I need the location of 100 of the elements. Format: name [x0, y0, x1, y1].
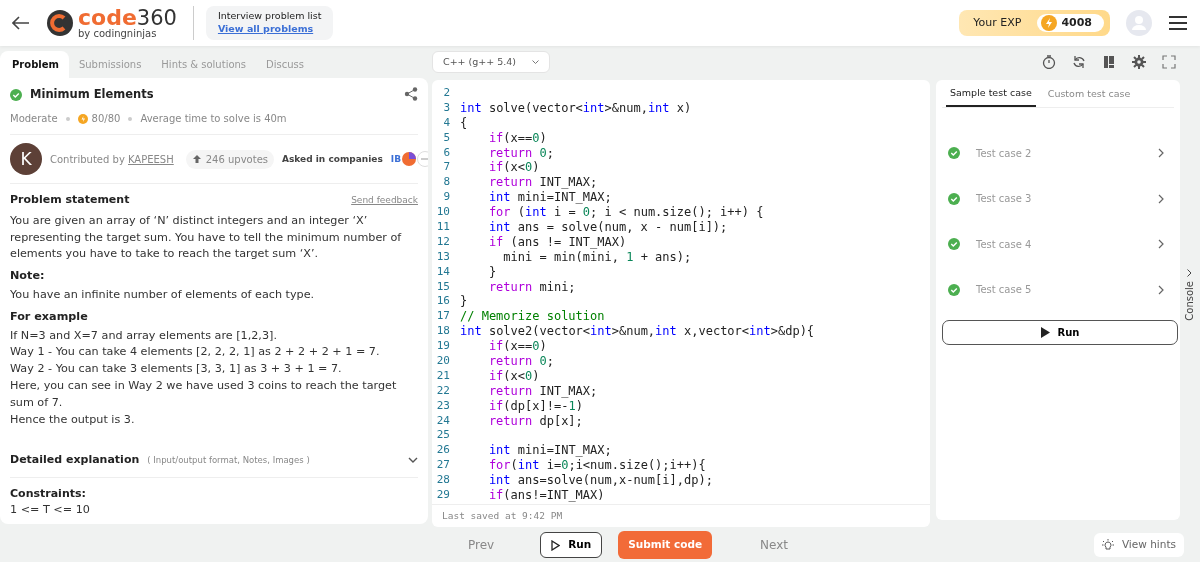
line-number: 26	[435, 443, 451, 459]
code-line: return mini;	[487, 279, 576, 295]
code-line: {	[460, 115, 468, 131]
code-line: return dp[x];	[487, 413, 583, 429]
line-number: 25	[435, 428, 451, 444]
upvote-pill: 246 upvotes	[185, 149, 275, 169]
code-line: return 0;	[487, 145, 554, 161]
view-all-link[interactable]: View all problems	[217, 23, 322, 36]
code-line: int mini=INT_MAX;	[487, 190, 612, 206]
send-feedback-link[interactable]: Send feedback	[351, 193, 418, 208]
code-line: return INT_MAX;	[487, 175, 598, 191]
problem-title: Minimum Elements	[30, 86, 155, 103]
paragraph-text: Hence the output is 3.	[10, 411, 136, 428]
line-number: 19	[435, 339, 451, 355]
paragraph-text: Way 2 - You can take 3 elements [3, 3, 1] as 3 + 3 + 1 = 7.	[10, 361, 343, 378]
line-number: 16	[435, 294, 451, 310]
code-line: }	[460, 294, 468, 310]
paragraph-heading: For example	[10, 308, 89, 325]
paragraph-text: You have an infinite number of elements of each type.	[10, 286, 316, 303]
contributor-text: Contributed by KAPEESH	[50, 152, 174, 167]
run-button[interactable]: Run	[540, 532, 603, 558]
code-line: if(x==0)	[487, 339, 547, 355]
code-line: // Memorize solution	[460, 309, 605, 325]
code-line: int ans=solve(num,x-num[i],dp);	[487, 473, 713, 489]
line-number: 13	[435, 249, 451, 265]
test-case-tab[interactable]: Custom test case	[1043, 80, 1135, 108]
code-line: if(x==0)	[487, 130, 547, 146]
paragraph-text: Way 1 - You can take 4 elements [2, 2, 2, 1] as 2 + 2 + 2 + 1 = 7.	[10, 344, 381, 361]
last-saved-text: Last saved at 9:42 PM	[432, 503, 930, 527]
line-number: 18	[435, 324, 451, 340]
exp-value: 4008	[1037, 13, 1104, 33]
code-line: int solve(vector<int>&num,int x)	[460, 100, 692, 116]
code-line: for(int i=0;i<num.size();i++){	[487, 458, 706, 474]
code-line: if(dp[x]!=-1)	[487, 398, 583, 414]
code-line: return INT_MAX;	[487, 383, 598, 399]
logo-number: 360	[136, 8, 177, 29]
language-dropdown[interactable]: C++ (g++ 5.4)	[432, 51, 551, 73]
code-line: int solve2(vector<int>&num,int x,vector<int>&dp){	[460, 324, 815, 340]
logo-subtitle: by codingninjas	[78, 29, 158, 39]
code-line: if(x<0)	[487, 368, 540, 384]
code-line: if(ans!=INT_MAX)	[487, 488, 605, 503]
line-number: 29	[435, 488, 451, 503]
code-line: return 0;	[487, 354, 554, 369]
line-number: 15	[435, 279, 451, 295]
test-case-item[interactable]: Test case 5	[942, 266, 1174, 313]
code-line: int mini=INT_MAX;	[487, 443, 612, 459]
paragraph-heading: Note:	[10, 268, 46, 285]
line-number: 11	[435, 220, 451, 235]
line-number: 6	[442, 145, 451, 161]
submit-button[interactable]: Submit code	[618, 531, 713, 559]
console-toggle[interactable]: Console	[1181, 269, 1197, 321]
code-line: int ans = solve(num, x - num[i]);	[487, 220, 728, 235]
exp-label: Your EXP	[973, 14, 1022, 31]
problem-tab[interactable]: Hints & solutions	[151, 51, 257, 78]
run-button[interactable]: Run	[942, 320, 1178, 346]
test-case-item[interactable]: Test case 2	[942, 130, 1174, 176]
problem-tab[interactable]: Problem	[0, 51, 69, 78]
line-number: 17	[435, 309, 451, 325]
problem-tab[interactable]: Discuss	[256, 51, 315, 78]
line-number: 5	[442, 130, 451, 146]
line-number: 21	[435, 368, 451, 384]
test-case-item[interactable]: Test case 4	[942, 221, 1174, 267]
company-logo-text: IB	[390, 152, 401, 166]
avatar-circle: K	[10, 143, 42, 176]
constraint-text: 1 <= T <= 10	[10, 502, 91, 519]
line-number: 22	[435, 383, 451, 399]
list-title: Interview problem list	[217, 10, 322, 23]
line-number: 20	[435, 354, 451, 369]
paragraph-text: If N=3 and X=7 and array elements are [1,2,3].	[10, 327, 278, 344]
logo-text: code	[78, 7, 137, 29]
difficulty-label: Moderate	[10, 112, 58, 127]
test-case-tab[interactable]: Sample test case	[946, 80, 1036, 108]
line-number: 14	[435, 264, 451, 280]
line-number: 4	[442, 115, 451, 131]
code-line: if(x<0)	[487, 160, 540, 176]
line-number: 8	[442, 175, 451, 191]
average-time: Average time to solve is 40m	[140, 112, 287, 127]
line-number: 27	[435, 458, 451, 474]
line-number: 3	[442, 100, 451, 116]
line-number: 28	[435, 473, 451, 489]
code-line: mini = min(mini, 1 + ans);	[502, 249, 692, 265]
problem-tab[interactable]: Submissions	[68, 51, 152, 78]
line-number: 2	[442, 86, 451, 101]
line-number: 10	[435, 205, 451, 220]
test-case-item[interactable]: Test case 3	[942, 175, 1174, 222]
line-number: 23	[435, 398, 451, 414]
explanation-hint: ( Input/output format, Notes, Images )	[147, 454, 311, 467]
code-line: if (ans != INT_MAX)	[487, 234, 627, 250]
line-number: 9	[442, 190, 451, 206]
companies-label: Asked in companies	[282, 152, 383, 166]
paragraph-text: You are given an array of ‘N’ distinct integers and an integer ‘X’ representing the target sum. You have to tell the minimum number of elements you have to take to reach the target sum ‘X’.	[10, 212, 403, 263]
score-text: 80/80	[91, 112, 121, 127]
line-number: 12	[435, 234, 451, 250]
section-title: Problem statement	[10, 192, 130, 209]
paragraph-text: Here, you can see in Way 2 we have used 3 coins to reach the target sum of 7.	[10, 377, 398, 411]
line-number: 24	[435, 413, 451, 429]
next-button[interactable]: Next	[754, 535, 795, 555]
prev-button[interactable]: Prev	[462, 535, 501, 555]
view-hints-button[interactable]: View hints	[1093, 533, 1184, 557]
code-line: for (int i = 0; i < num.size(); i++) {	[487, 205, 764, 220]
